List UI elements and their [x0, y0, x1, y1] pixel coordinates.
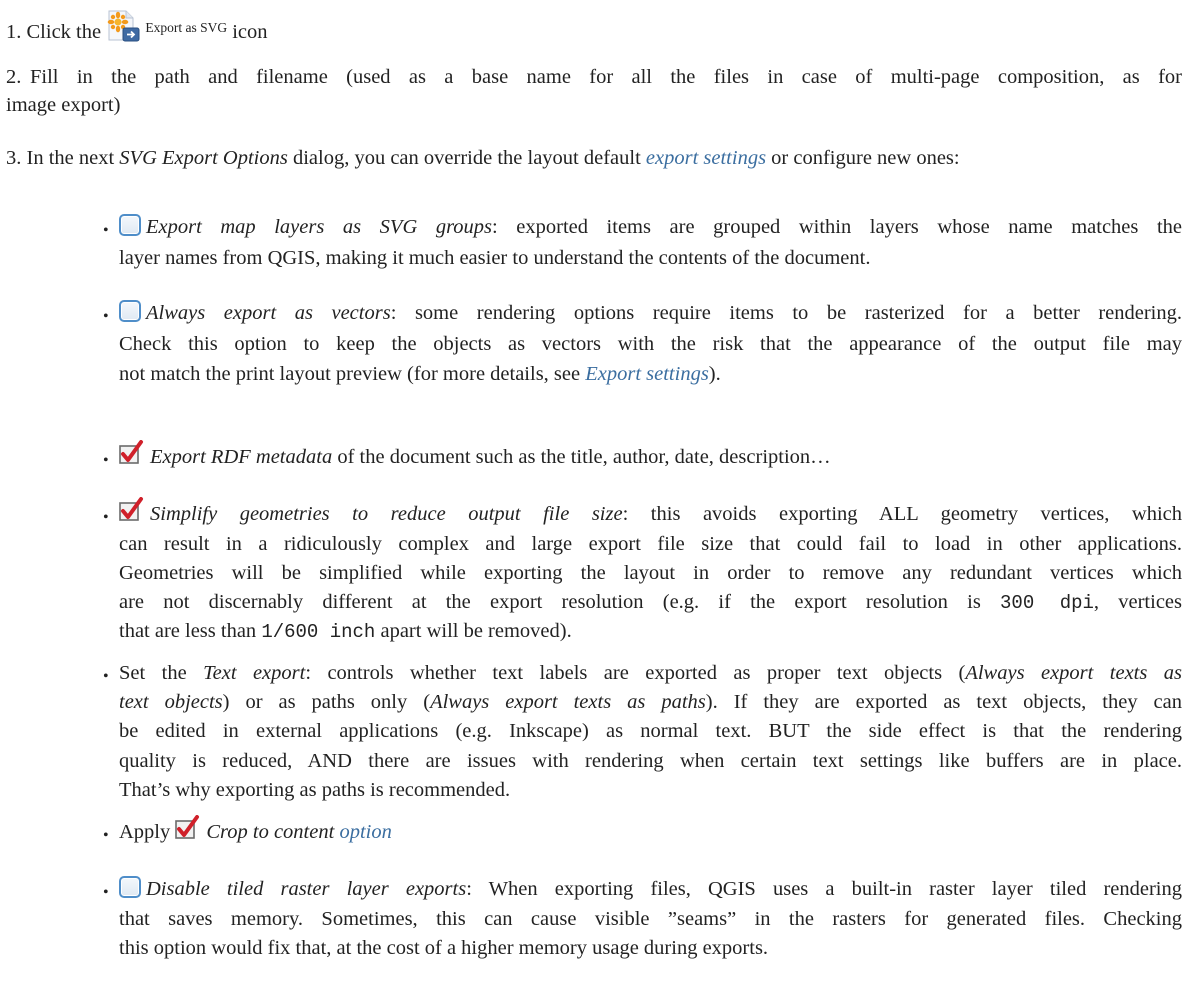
option-title: Crop to content [206, 821, 335, 843]
option-choice-end: text objects [119, 691, 223, 713]
bullet: • [103, 827, 109, 844]
option-title: Always export as vectors [146, 302, 391, 324]
bullet: • [103, 668, 109, 685]
option-text: : this avoids exporting ALL geometry ver… [622, 503, 1182, 525]
export-svg-label: Export as SVG [145, 20, 228, 35]
distance-code: 1/600 inch [261, 621, 376, 643]
option-choice: Always export texts as [965, 662, 1182, 684]
export-settings-link[interactable]: export settings [646, 147, 766, 169]
option-text-line-5-end: apart will be removed). [375, 620, 572, 642]
checked-checkbox-icon[interactable] [175, 815, 200, 841]
unchecked-checkbox-icon[interactable] [119, 300, 141, 322]
option-title: Disable tiled raster layer exports [146, 878, 467, 900]
option-crop-to-content: Apply Crop to content option [119, 815, 392, 845]
option-text-line-2: layer names from QGIS, making it much ea… [119, 247, 871, 269]
export-settings-link[interactable]: Export settings [585, 363, 709, 385]
option-choice-2: Always export texts as paths [430, 691, 706, 713]
option-rdf-metadata: Export RDF metadata of the document such… [119, 440, 831, 470]
bullet: • [103, 222, 109, 239]
crop-option-link[interactable]: option [339, 821, 391, 843]
option-text-line-3: be edited in external applications (e.g.… [119, 720, 1182, 742]
bullet: • [103, 452, 109, 469]
step-2-line-1: Fill in the path and filename (used as a… [30, 66, 1182, 88]
option-text-line-3: not match the print layout preview (for … [119, 363, 586, 385]
option-text: of the document such as the title, autho… [332, 446, 831, 468]
bullet: • [103, 509, 109, 526]
option-text-2: : controls whether text labels are expor… [305, 662, 966, 684]
step-number: 3. [6, 147, 22, 169]
export-svg-icon[interactable] [106, 10, 140, 42]
option-text-line-4: are not discernably different at the exp… [119, 591, 1001, 613]
step-3: 3. In the next SVG Export Options dialog… [6, 145, 960, 171]
step-text: Click the [26, 21, 102, 43]
option-text-line-2-end: ). If they are exported as text objects,… [705, 691, 1182, 713]
option-text-line-5: That’s why exporting as paths is recomme… [119, 779, 511, 801]
step-text-end: icon [232, 21, 268, 43]
checked-checkbox-icon[interactable] [119, 497, 143, 523]
resolution-code: 300 dpi [1000, 592, 1094, 614]
step-1: 1. Click the Export as SVG icon [6, 10, 268, 50]
dialog-name: SVG Export Options [119, 147, 288, 169]
option-text-line-2: can result in a ridiculously complex and… [119, 533, 1182, 555]
option-text-line-3: this option would fix that, at the cost … [119, 937, 769, 959]
option-text-line-4-end: , vertices [1093, 591, 1182, 613]
option-text-line-2: ) or as paths only ( [222, 691, 431, 713]
unchecked-checkbox-icon[interactable] [119, 214, 141, 236]
option-text-line-2: Check this option to keep the objects as… [119, 333, 1182, 355]
option-text-line-3: Geometries will be simplified while expo… [119, 562, 1182, 584]
option-text: : some rendering options require items t… [390, 302, 1182, 324]
step-number: 2. [6, 66, 22, 88]
option-text: : When exporting files, QGIS uses a buil… [466, 878, 1183, 900]
option-text-line-5: that are less than [119, 620, 262, 642]
step-2-line-2: image export) [6, 94, 121, 116]
option-text: Set the [119, 662, 204, 684]
unchecked-checkbox-icon[interactable] [119, 876, 141, 898]
step-3-text: In the next [26, 147, 120, 169]
option-title: Export map layers as SVG groups [146, 216, 493, 238]
option-text-line-4: quality is reduced, AND there are issues… [119, 750, 1182, 772]
option-text-end: ). [708, 363, 721, 385]
option-title: Simplify geometries to reduce output fil… [150, 503, 623, 525]
checked-checkbox-icon[interactable] [119, 440, 143, 466]
option-text-line-2: that saves memory. Sometimes, this can c… [119, 908, 1182, 930]
step-3-text-3: or configure new ones: [766, 147, 960, 169]
option-title: Text export [203, 662, 306, 684]
option-title: Export RDF metadata [150, 446, 333, 468]
step-number: 1. [6, 21, 22, 43]
step-3-text-2: dialog, you can override the layout defa… [287, 147, 646, 169]
option-text: Apply [119, 821, 171, 843]
bullet: • [103, 884, 109, 901]
option-text: : exported items are grouped within laye… [492, 216, 1182, 238]
bullet: • [103, 308, 109, 325]
